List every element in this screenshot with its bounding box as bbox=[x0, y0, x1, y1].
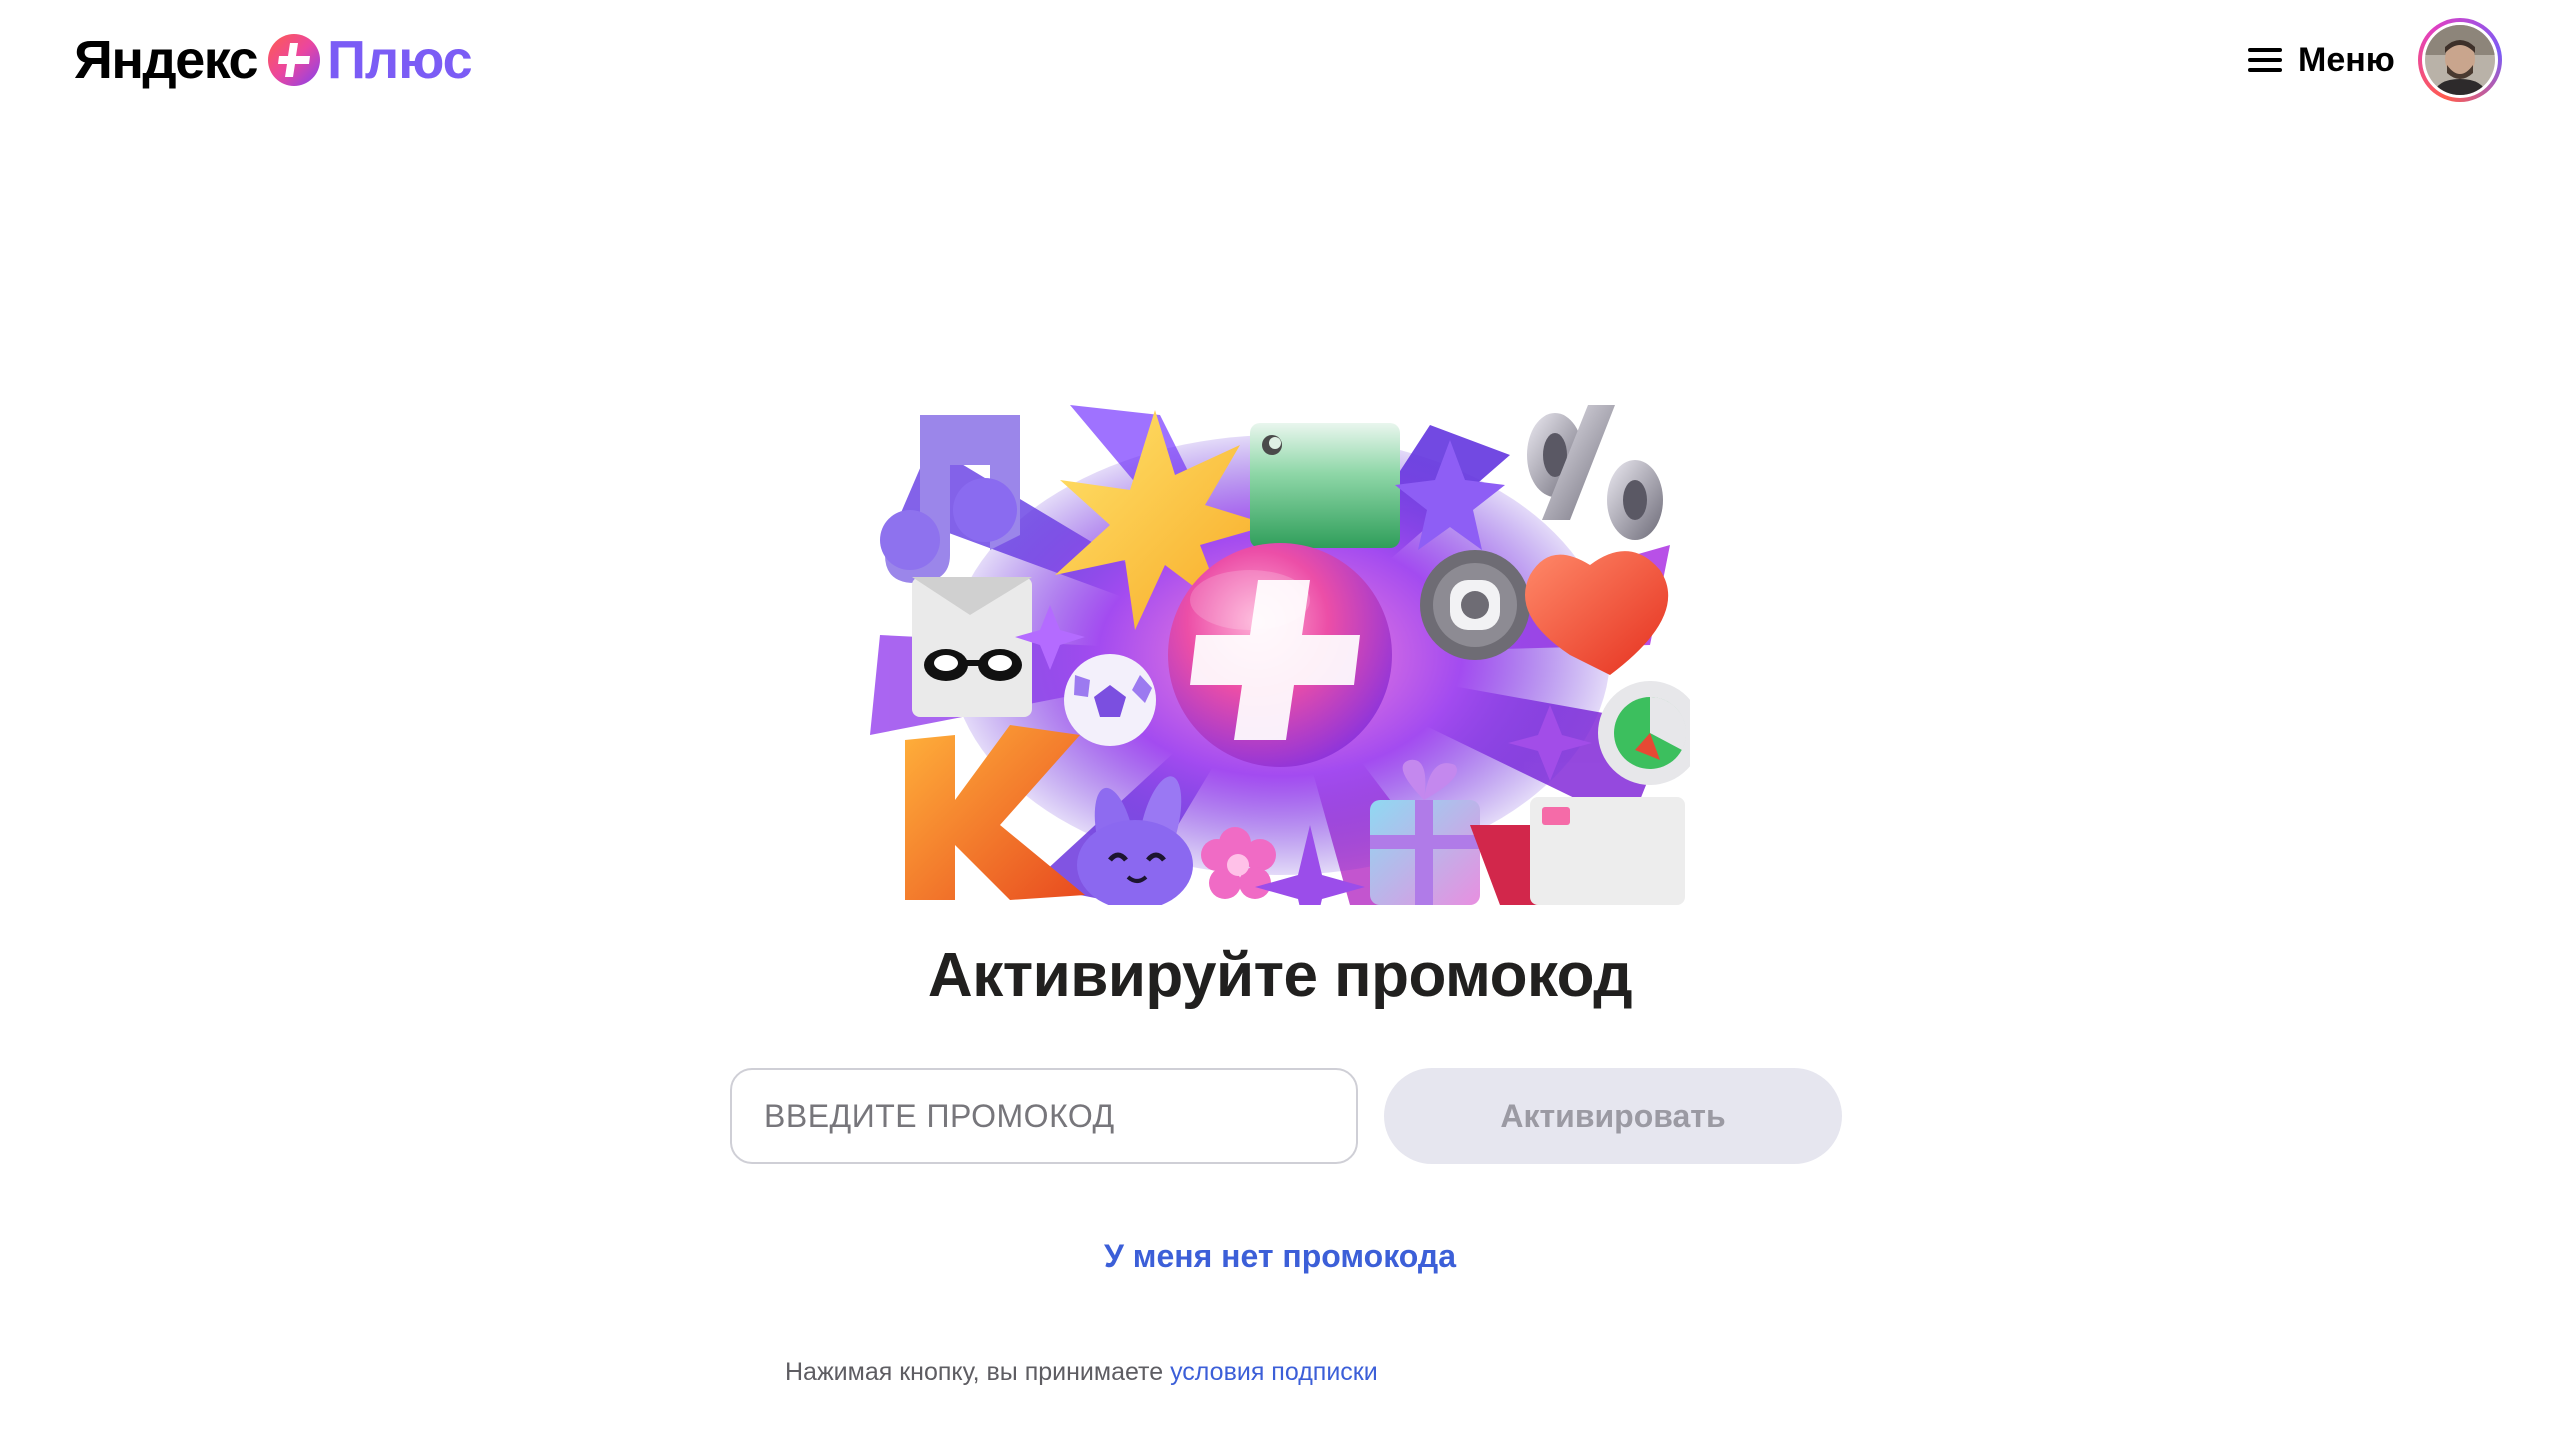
page-title: Активируйте промокод bbox=[927, 941, 1633, 1010]
terms-text: Нажимая кнопку, вы принимаете bbox=[785, 1358, 1164, 1386]
terms-link[interactable]: условия подписки bbox=[1170, 1358, 1378, 1386]
no-promo-code-link[interactable]: У меня нет промокода bbox=[0, 1238, 2560, 1275]
menu-label: Меню bbox=[2298, 40, 2395, 79]
terms-notice: Нажимая кнопку, вы принимаете условия по… bbox=[785, 1358, 1378, 1387]
promo-code-input[interactable] bbox=[730, 1068, 1358, 1164]
user-avatar[interactable] bbox=[2418, 18, 2502, 102]
yandex-plus-logo[interactable]: Яндекс Плюс bbox=[74, 28, 473, 92]
activate-button[interactable]: Активировать bbox=[1384, 1068, 1842, 1164]
hero-illustration bbox=[870, 405, 1690, 905]
plus-logo-badge-icon bbox=[268, 34, 321, 86]
hamburger-menu-icon bbox=[2248, 48, 2282, 72]
menu-button[interactable]: Меню bbox=[2248, 34, 2395, 86]
logo-yandex-text: Яндекс bbox=[74, 30, 259, 90]
header: Яндекс Плюс Меню bbox=[0, 0, 2560, 120]
avatar-photo bbox=[2425, 25, 2495, 95]
logo-plus-text: Плюс bbox=[327, 30, 473, 90]
